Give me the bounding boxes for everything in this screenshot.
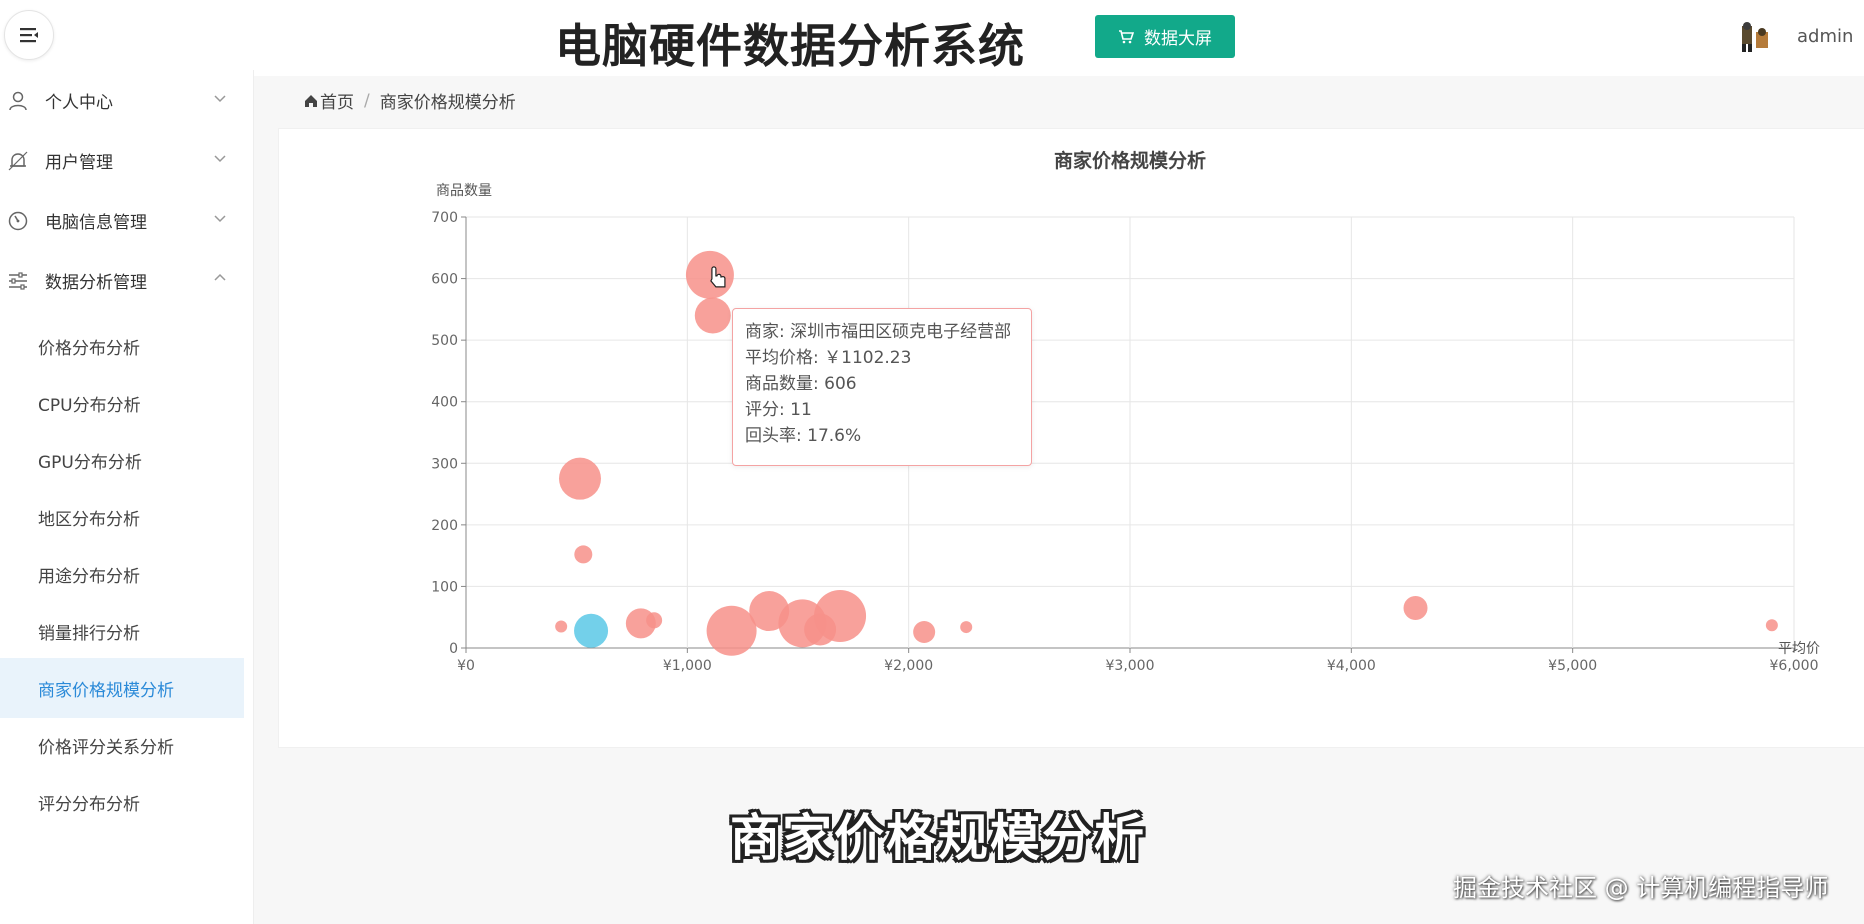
cart-icon [1119,29,1134,43]
bigscreen-label: 数据大屏 [1144,29,1212,49]
x-tick-label: ¥0 [457,658,475,674]
breadcrumb-current: 商家价格规模分析 [379,93,516,113]
sidebar-item-label: 用途分布分析 [38,566,140,587]
sidebar-group-label: 电脑信息管理 [45,212,147,233]
user-icon [9,91,27,111]
x-tick-label: ¥5,000 [1548,658,1597,674]
sidebar-item-gpu-distribution[interactable]: GPU分布分析 [0,430,244,490]
y-tick-label: 0 [449,641,458,657]
sliders-icon [9,272,27,290]
sidebar-group-label: 个人中心 [45,92,113,113]
breadcrumb-home[interactable]: 首页 [320,88,354,113]
sidebar-item-cpu-distribution[interactable]: CPU分布分析 [0,373,244,433]
chart-title: 商家价格规模分析 [1054,149,1206,172]
sidebar-item-label: 价格分布分析 [38,338,140,359]
x-tick-label: ¥6,000 [1770,658,1819,674]
data-point-bubble [913,620,936,643]
y-tick-label: 700 [431,210,458,226]
y-axis-label: 商品数量 [436,183,492,199]
hamburger-icon [20,28,38,43]
data-point-bubble [574,545,593,564]
bubble-chart: 商家价格规模分析商品数量 0 100 200 300 400 500 600 700 ¥0 ¥1,0… [431,149,1820,674]
sidebar-item-label: GPU分布分析 [38,452,142,473]
data-point-bubble [960,621,973,634]
sidebar-item-label: 评分分布分析 [38,794,140,815]
data-point-bubble [694,297,731,334]
data-point-bubble [558,457,601,500]
watermark: 掘金技术社区 @ 计算机编程指导师 [1453,874,1829,902]
tooltip-merchant: 商家: 深圳市福田区硕克电子经营部 [745,322,1012,342]
sidebar-item-usage-distribution[interactable]: 用途分布分析 [0,544,244,604]
top-bar: 电脑硬件数据分析系统 数据大屏 admin [0,0,1864,76]
sidebar-group-label: 用户管理 [45,152,113,173]
breadcrumb: 首页 / 商家价格规模分析 [304,88,516,113]
sidebar-group-personal[interactable]: 个人中心 [0,70,254,130]
data-point-bubble [685,250,734,299]
sidebar: 个人中心 用户管理 电脑信息管理 数据分析管理 价格分布分析 CPU分布分析 G [0,70,254,924]
breadcrumb-separator: / [364,90,370,111]
avatar[interactable] [1738,20,1774,56]
y-tick-label: 300 [431,456,458,472]
sidebar-item-sales-ranking[interactable]: 销量排行分析 [0,601,244,661]
menu-toggle-button[interactable] [4,10,54,60]
tooltip-count: 商品数量: 606 [745,374,857,394]
y-tick-label: 500 [431,333,458,349]
data-point-bubble [646,612,663,629]
video-subtitle: 商家价格规模分析 [730,809,1146,867]
sidebar-item-rating-distribution[interactable]: 评分分布分析 [0,772,244,832]
sidebar-group-data-analysis[interactable]: 数据分析管理 [0,250,254,310]
x-tick-label: ¥2,000 [884,658,933,674]
chart-tooltip: 商家: 深圳市福田区硕克电子经营部 平均价格: ￥1102.23 商品数量: 6… [732,308,1032,466]
sidebar-item-price-rating-relation[interactable]: 价格评分关系分析 [0,715,244,775]
username[interactable]: admin [1797,26,1853,47]
data-point-bubble [1403,595,1428,620]
data-point-bubble [814,589,867,642]
sidebar-item-label: CPU分布分析 [38,395,141,416]
y-tick-label: 600 [431,272,458,288]
app-title: 电脑硬件数据分析系统 [555,19,1025,73]
tooltip-return-rate: 回头率: 17.6% [745,426,862,446]
data-point-bubble [574,613,609,648]
y-tick-label: 400 [431,395,458,411]
data-point-bubble [706,605,757,656]
y-tick-label: 100 [431,579,458,595]
gauge-icon [8,211,28,231]
sidebar-item-label: 商家价格规模分析 [38,680,174,701]
chevron-down-icon [214,155,226,163]
sidebar-item-merchant-price-scale[interactable]: 商家价格规模分析 [0,658,244,718]
sidebar-item-label: 价格评分关系分析 [38,737,174,758]
x-axis-label: 平均价 [1778,641,1820,657]
chevron-down-icon [214,215,226,223]
home-icon[interactable] [304,94,318,108]
sidebar-item-label: 地区分布分析 [38,509,140,530]
sidebar-item-price-distribution[interactable]: 价格分布分析 [0,316,244,376]
chevron-down-icon [214,95,226,103]
x-tick-label: ¥3,000 [1106,658,1155,674]
sidebar-group-computer-info[interactable]: 电脑信息管理 [0,190,254,250]
sidebar-item-label: 销量排行分析 [38,623,140,644]
bigscreen-button[interactable]: 数据大屏 [1095,15,1235,58]
sidebar-group-label: 数据分析管理 [45,272,147,293]
tooltip-rating: 评分: 11 [745,400,812,420]
tooltip-avg-price: 平均价格: ￥1102.23 [745,348,912,368]
y-tick-label: 200 [431,518,458,534]
data-point-bubble [555,620,568,633]
sidebar-group-users[interactable]: 用户管理 [0,130,254,190]
x-tick-label: ¥4,000 [1327,658,1376,674]
data-point-bubble [1765,619,1778,632]
sidebar-item-region-distribution[interactable]: 地区分布分析 [0,487,244,547]
bell-icon [8,151,28,171]
chevron-up-icon [214,273,226,281]
x-tick-label: ¥1,000 [663,658,712,674]
